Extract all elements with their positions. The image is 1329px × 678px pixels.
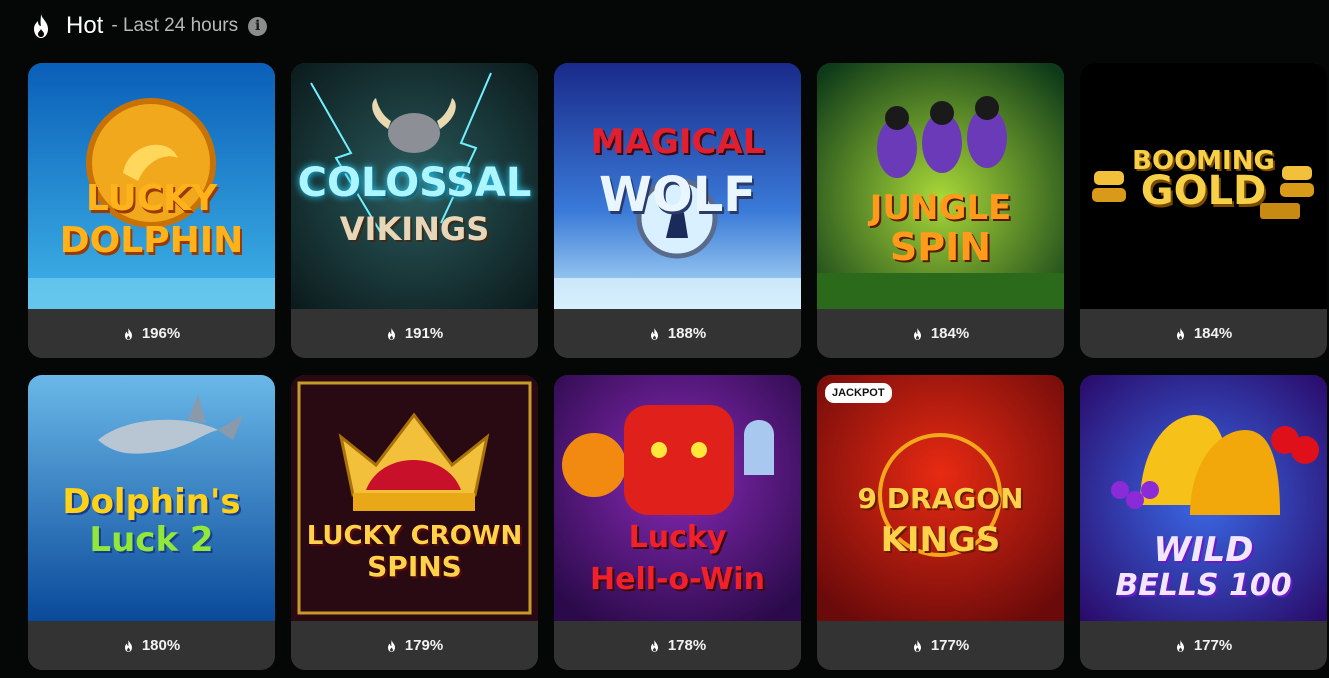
flame-icon xyxy=(387,639,395,652)
section-header: Hot - Last 24 hours i xyxy=(30,10,268,42)
game-stat: 191% xyxy=(291,309,538,358)
game-thumbnail: WILD BELLS 100 xyxy=(1080,375,1327,621)
game-title-line2: VIKINGS xyxy=(339,210,490,248)
flame-icon xyxy=(124,327,132,340)
flame-icon xyxy=(34,14,48,38)
game-thumbnail: JUNGLE SPIN xyxy=(817,63,1064,309)
game-artwork xyxy=(291,375,538,621)
hot-percentage: 184% xyxy=(930,325,970,342)
game-title-line2: KINGS xyxy=(880,520,1001,560)
game-title-line1: JUNGLE xyxy=(869,188,1012,228)
game-card[interactable]: MAGICAL WOLF 188% xyxy=(554,63,801,358)
game-thumbnail: BOOMING GOLD xyxy=(1080,63,1327,309)
game-title-line2: SPIN xyxy=(889,225,992,269)
game-stat: 188% xyxy=(554,309,801,358)
game-stat: 184% xyxy=(817,309,1064,358)
game-stat: 179% xyxy=(291,621,538,670)
hot-percentage: 177% xyxy=(930,637,970,654)
game-title-line1: Lucky xyxy=(628,520,727,555)
game-title-line2: DOLPHIN xyxy=(59,220,244,261)
hot-percentage: 191% xyxy=(404,325,444,342)
game-stat: 178% xyxy=(554,621,801,670)
game-card[interactable]: WILD BELLS 100 177% xyxy=(1080,375,1327,670)
game-title-line1: Dolphin's xyxy=(62,482,241,522)
game-card[interactable]: JUNGLE SPIN 184% xyxy=(817,63,1064,358)
game-card[interactable]: BOOMING GOLD 184% xyxy=(1080,63,1327,358)
game-card[interactable]: LUCKY CROWN SPINS 179% xyxy=(291,375,538,670)
game-title-line1: LUCKY xyxy=(85,178,218,219)
hot-percentage: 180% xyxy=(141,637,181,654)
game-card[interactable]: Lucky Hell-o-Win 178% xyxy=(554,375,801,670)
section-title: Hot xyxy=(66,12,104,39)
game-title-line2: SPINS xyxy=(367,550,462,583)
game-stat: 177% xyxy=(1080,621,1327,670)
game-title-line1: MAGICAL xyxy=(590,122,765,162)
flame-icon xyxy=(913,639,921,652)
section-subtitle: - Last 24 hours xyxy=(111,15,239,36)
hot-percentage: 177% xyxy=(1193,637,1233,654)
info-icon[interactable]: i xyxy=(248,16,268,36)
hot-percentage: 188% xyxy=(667,325,707,342)
flame-icon xyxy=(650,639,658,652)
game-thumbnail: Dolphin's Luck 2 xyxy=(28,375,275,621)
game-title-line1: 9 DRAGON xyxy=(857,482,1024,515)
flame-icon xyxy=(387,327,395,340)
hot-percentage: 184% xyxy=(1193,325,1233,342)
flame-icon xyxy=(1176,327,1184,340)
game-thumbnail: Lucky Hell-o-Win xyxy=(554,375,801,621)
hot-percentage: 196% xyxy=(141,325,181,342)
game-artwork xyxy=(817,63,1064,309)
game-card[interactable]: COLOSSAL VIKINGS 191% xyxy=(291,63,538,358)
game-thumbnail: LUCKY DOLPHIN xyxy=(28,63,275,309)
game-thumbnail: LUCKY CROWN SPINS xyxy=(291,375,538,621)
hot-percentage: 179% xyxy=(404,637,444,654)
game-title-line2: Hell-o-Win xyxy=(590,562,765,597)
game-title-line1: LUCKY CROWN xyxy=(306,521,523,551)
game-title-line2: GOLD xyxy=(1140,168,1267,214)
game-stat: 180% xyxy=(28,621,275,670)
game-thumbnail: COLOSSAL VIKINGS xyxy=(291,63,538,309)
flame-icon xyxy=(650,327,658,340)
game-title-line1: COLOSSAL xyxy=(297,160,532,206)
game-card[interactable]: LUCKY DOLPHIN 196% xyxy=(28,63,275,358)
game-card[interactable]: 9 DRAGON KINGS JACKPOT 177% xyxy=(817,375,1064,670)
flame-icon xyxy=(1176,639,1184,652)
game-stat: 196% xyxy=(28,309,275,358)
game-title-line2: Luck 2 xyxy=(89,520,214,560)
game-stat: 184% xyxy=(1080,309,1327,358)
game-stat: 177% xyxy=(817,621,1064,670)
game-title-line1: WILD xyxy=(1153,530,1254,570)
flame-icon xyxy=(913,327,921,340)
game-thumbnail: MAGICAL WOLF xyxy=(554,63,801,309)
game-card[interactable]: Dolphin's Luck 2 180% xyxy=(28,375,275,670)
hot-percentage: 178% xyxy=(667,637,707,654)
flame-icon xyxy=(124,639,132,652)
game-thumbnail: 9 DRAGON KINGS JACKPOT xyxy=(817,375,1064,621)
jackpot-badge: JACKPOT xyxy=(825,383,892,403)
game-title-line2: WOLF xyxy=(598,167,757,223)
game-title-line2: BELLS 100 xyxy=(1115,568,1292,603)
